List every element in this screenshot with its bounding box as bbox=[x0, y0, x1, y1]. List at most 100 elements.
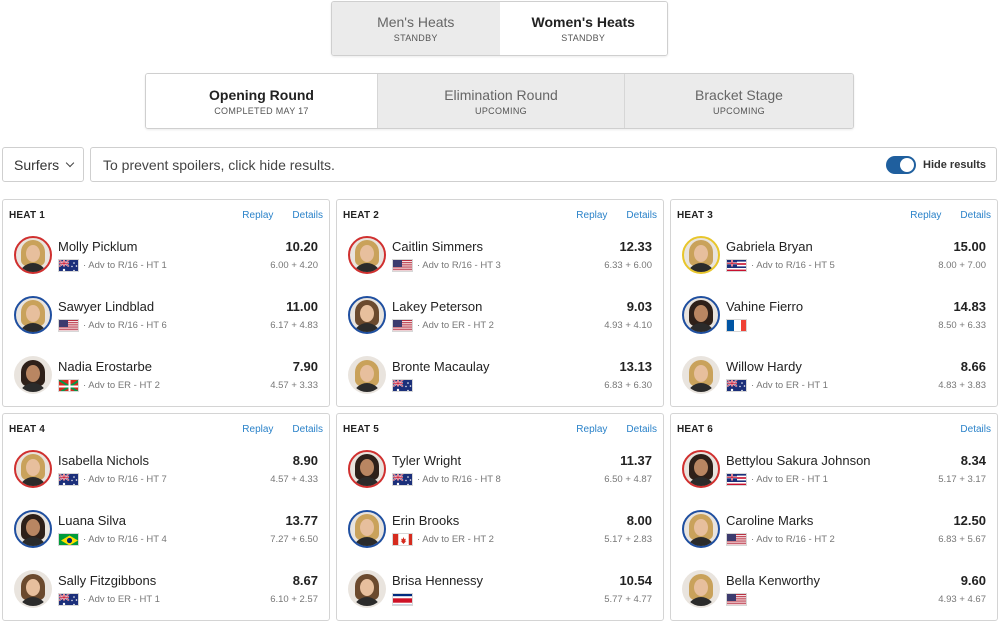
usa-flag-icon bbox=[726, 593, 747, 606]
tab-status: COMPLETED MAY 17 bbox=[214, 105, 309, 116]
surfers-dropdown[interactable]: Surfers bbox=[2, 147, 84, 182]
surfer-row[interactable]: Willow Hardy 8.66 · Adv to ER - HT 1 4.83 +… bbox=[671, 356, 997, 404]
replay-link[interactable]: Replay bbox=[242, 210, 273, 221]
replay-link[interactable]: Replay bbox=[576, 210, 607, 221]
surfer-row[interactable]: Molly Picklum 10.20 · Adv to R/16 - HT 1 6.… bbox=[3, 236, 329, 284]
surfer-row[interactable]: Caitlin Simmers 12.33 · Adv to R/16 - HT 3… bbox=[337, 236, 663, 284]
surfer-row[interactable]: Luana Silva 13.77 · Adv to R/16 - HT 4 7.27… bbox=[3, 510, 329, 558]
surfer-row[interactable]: Bella Kenworthy 9.60 4.93 + 4.67 bbox=[671, 570, 997, 618]
surfer-avatar bbox=[348, 450, 386, 488]
advancement-text: · Adv to ER - HT 2 bbox=[417, 534, 494, 545]
heat-score: 10.54 bbox=[619, 573, 652, 588]
australia-flag-icon bbox=[392, 379, 413, 392]
details-link[interactable]: Details bbox=[292, 424, 323, 435]
wave-scores: 6.83 + 6.30 bbox=[604, 380, 652, 391]
heat-title: HEAT 5 bbox=[343, 424, 380, 435]
surfer-row[interactable]: Isabella Nichols 8.90 · Adv to R/16 - HT 7… bbox=[3, 450, 329, 498]
surfer-avatar bbox=[682, 236, 720, 274]
wave-scores: 6.50 + 4.87 bbox=[604, 474, 652, 485]
surfer-row[interactable]: Erin Brooks 8.00 · Adv to ER - HT 2 5.17 + … bbox=[337, 510, 663, 558]
surfer-name: Tyler Wright bbox=[392, 453, 462, 468]
surfer-name: Bettylou Sakura Johnson bbox=[726, 453, 871, 468]
heat-title: HEAT 2 bbox=[343, 210, 380, 221]
wave-scores: 7.27 + 6.50 bbox=[270, 534, 318, 545]
surfer-row[interactable]: Bettylou Sakura Johnson 8.34 · Adv to ER -… bbox=[671, 450, 997, 498]
replay-link[interactable]: Replay bbox=[910, 210, 941, 221]
wave-scores: 6.17 + 4.83 bbox=[270, 320, 318, 331]
heat-card: HEAT 6 Details Bettylou Sakura Johnson 8.34… bbox=[670, 413, 998, 621]
heat-header: HEAT 1 Replay Details bbox=[9, 210, 323, 224]
heat-card: HEAT 4 Replay Details Isabella Nichols 8.90 ·… bbox=[2, 413, 330, 621]
advancement-text: · Adv to ER - HT 2 bbox=[83, 380, 160, 391]
surfer-name: Molly Picklum bbox=[58, 239, 138, 254]
hide-results-toggle[interactable]: Hide results bbox=[886, 148, 986, 181]
replay-link[interactable]: Replay bbox=[576, 424, 607, 435]
surfer-row[interactable]: Sawyer Lindblad 11.00 · Adv to R/16 - HT 6… bbox=[3, 296, 329, 344]
hide-results-label: Hide results bbox=[923, 158, 986, 171]
surfer-name: Brisa Hennessy bbox=[392, 573, 484, 588]
details-link[interactable]: Details bbox=[960, 210, 991, 221]
heat-links: Replay Details bbox=[557, 210, 657, 221]
heat-score: 12.33 bbox=[619, 239, 652, 254]
details-link[interactable]: Details bbox=[292, 210, 323, 221]
surfer-avatar bbox=[14, 236, 52, 274]
heat-card: HEAT 2 Replay Details Caitlin Simmers 12.33 ·… bbox=[336, 199, 664, 407]
surfer-avatar bbox=[348, 296, 386, 334]
toggle-switch[interactable] bbox=[886, 155, 917, 174]
tab-label: Bracket Stage bbox=[695, 86, 783, 103]
surfer-avatar bbox=[348, 236, 386, 274]
round-tabs: Opening Round COMPLETED MAY 17 Eliminati… bbox=[145, 73, 854, 129]
heat-card: HEAT 3 Replay Details Gabriela Bryan 15.00 · … bbox=[670, 199, 998, 407]
surfer-row[interactable]: Lakey Peterson 9.03 · Adv to ER - HT 2 4.93… bbox=[337, 296, 663, 344]
surfer-avatar bbox=[14, 570, 52, 608]
surfer-row[interactable]: Tyler Wright 11.37 · Adv to R/16 - HT 8 6.5… bbox=[337, 450, 663, 498]
surfer-row[interactable]: Bronte Macaulay 13.13 6.83 + 6.30 bbox=[337, 356, 663, 404]
surfer-name: Sally Fitzgibbons bbox=[58, 573, 157, 588]
france-flag-icon bbox=[726, 319, 747, 332]
wave-scores: 5.17 + 3.17 bbox=[938, 474, 986, 485]
surfer-row[interactable]: Vahine Fierro 14.83 8.50 + 6.33 bbox=[671, 296, 997, 344]
wave-scores: 8.00 + 7.00 bbox=[938, 260, 986, 271]
tab-label: Women's Heats bbox=[531, 14, 635, 30]
usa-flag-icon bbox=[726, 533, 747, 546]
tab-womens-heats[interactable]: Women's Heats STANDBY bbox=[499, 2, 667, 55]
surfer-row[interactable]: Sally Fitzgibbons 8.67 · Adv to ER - HT 1 6… bbox=[3, 570, 329, 618]
details-link[interactable]: Details bbox=[960, 424, 991, 435]
advancement-text: · Adv to R/16 - HT 1 bbox=[83, 260, 167, 271]
surfer-row[interactable]: Brisa Hennessy 10.54 5.77 + 4.77 bbox=[337, 570, 663, 618]
surfer-row[interactable]: Nadia Erostarbe 7.90 · Adv to ER - HT 2 4.5… bbox=[3, 356, 329, 404]
details-link[interactable]: Details bbox=[626, 424, 657, 435]
tab-bracket-stage[interactable]: Bracket Stage UPCOMING bbox=[624, 74, 853, 128]
heat-score: 8.90 bbox=[292, 453, 318, 468]
advancement-text: · Adv to R/16 - HT 8 bbox=[417, 474, 501, 485]
tab-mens-heats[interactable]: Men's Heats STANDBY bbox=[332, 2, 500, 55]
tab-elimination-round[interactable]: Elimination Round UPCOMING bbox=[377, 74, 624, 128]
surfer-row[interactable]: Gabriela Bryan 15.00 · Adv to R/16 - HT 5 8… bbox=[671, 236, 997, 284]
surfer-row[interactable]: Caroline Marks 12.50 · Adv to R/16 - HT 2 6… bbox=[671, 510, 997, 558]
surfer-avatar bbox=[348, 356, 386, 394]
surfers-dropdown-label: Surfers bbox=[14, 156, 60, 173]
advancement-text: · Adv to R/16 - HT 7 bbox=[83, 474, 167, 485]
surfer-name: Caitlin Simmers bbox=[392, 239, 484, 254]
advancement-text: · Adv to R/16 - HT 5 bbox=[751, 260, 835, 271]
surfer-avatar bbox=[348, 510, 386, 548]
advancement-text: · Adv to ER - HT 1 bbox=[83, 594, 160, 605]
surfer-name: Erin Brooks bbox=[392, 513, 460, 528]
wave-scores: 6.83 + 5.67 bbox=[938, 534, 986, 545]
tab-opening-round[interactable]: Opening Round COMPLETED MAY 17 bbox=[146, 74, 377, 128]
wave-scores: 6.33 + 6.00 bbox=[604, 260, 652, 271]
advancement-text: · Adv to R/16 - HT 4 bbox=[83, 534, 167, 545]
surfer-name: Isabella Nichols bbox=[58, 453, 150, 468]
australia-flag-icon bbox=[58, 593, 79, 606]
tab-label: Men's Heats bbox=[377, 14, 455, 30]
heat-score: 9.60 bbox=[960, 573, 986, 588]
surfer-name: Bronte Macaulay bbox=[392, 359, 490, 374]
hawaii-flag-icon bbox=[726, 259, 747, 272]
surfer-name: Nadia Erostarbe bbox=[58, 359, 152, 374]
details-link[interactable]: Details bbox=[626, 210, 657, 221]
wave-scores: 5.77 + 4.77 bbox=[604, 594, 652, 605]
surfer-name: Willow Hardy bbox=[726, 359, 802, 374]
surfer-name: Sawyer Lindblad bbox=[58, 299, 155, 314]
tab-label: Elimination Round bbox=[444, 86, 558, 103]
replay-link[interactable]: Replay bbox=[242, 424, 273, 435]
